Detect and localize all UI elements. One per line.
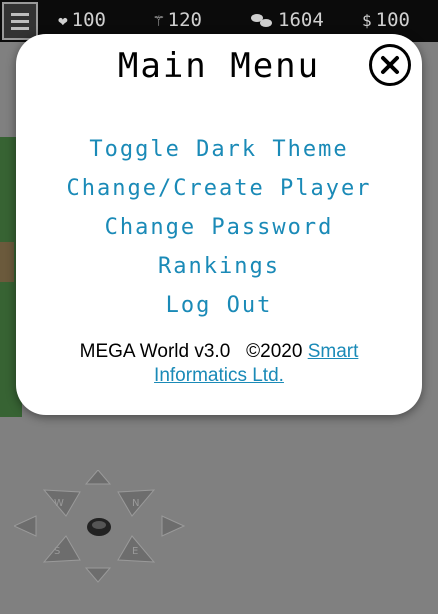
copyright-text: ©2020 xyxy=(246,341,303,362)
close-button[interactable] xyxy=(369,44,411,86)
close-icon xyxy=(381,56,399,74)
dollar-icon: $ xyxy=(362,10,372,30)
compass-label-n: N xyxy=(132,498,139,509)
footsteps-icon xyxy=(251,14,272,27)
arrow-left-icon xyxy=(14,515,37,537)
steps-stat: 1604 xyxy=(250,9,324,31)
rankings-link[interactable]: Rankings xyxy=(158,247,280,286)
toggle-dark-theme-link[interactable]: Toggle Dark Theme xyxy=(89,130,348,169)
magic-stat: ⚚ 120 xyxy=(154,9,202,31)
map-path xyxy=(0,242,14,282)
compass-dpad[interactable]: W N S E xyxy=(14,470,186,584)
steps-value: 1604 xyxy=(278,9,324,31)
main-menu-modal: Main Menu Toggle Dark Theme Change/Creat… xyxy=(16,34,422,415)
compass-label-e: E xyxy=(132,546,138,557)
change-password-link[interactable]: Change Password xyxy=(105,208,334,247)
magic-value: 120 xyxy=(167,9,202,31)
magic-wand-icon: ⚚ xyxy=(154,10,164,30)
health-value: 100 xyxy=(71,9,106,31)
arrow-down-icon xyxy=(84,567,112,583)
footer: MEGA World v3.0 ©2020 Smart Informatics … xyxy=(46,340,392,388)
money-value: 100 xyxy=(375,9,410,31)
version-text: MEGA World v3.0 xyxy=(79,341,231,362)
heart-icon: ❤ xyxy=(58,10,68,30)
compass-label-w: W xyxy=(54,498,64,509)
health-stat: ❤ 100 xyxy=(58,9,106,31)
hamburger-icon[interactable] xyxy=(2,2,38,40)
modal-title: Main Menu xyxy=(117,46,321,86)
compass-label-s: S xyxy=(54,546,60,557)
log-out-link[interactable]: Log Out xyxy=(166,286,273,325)
change-create-player-link[interactable]: Change/Create Player xyxy=(67,169,372,208)
arrow-right-icon xyxy=(161,515,186,537)
menu-list: Toggle Dark Theme Change/Create Player C… xyxy=(16,130,422,325)
money-stat: $ 100 xyxy=(362,9,410,31)
compass-sw-button xyxy=(42,535,81,563)
arrow-up-icon xyxy=(84,470,112,485)
